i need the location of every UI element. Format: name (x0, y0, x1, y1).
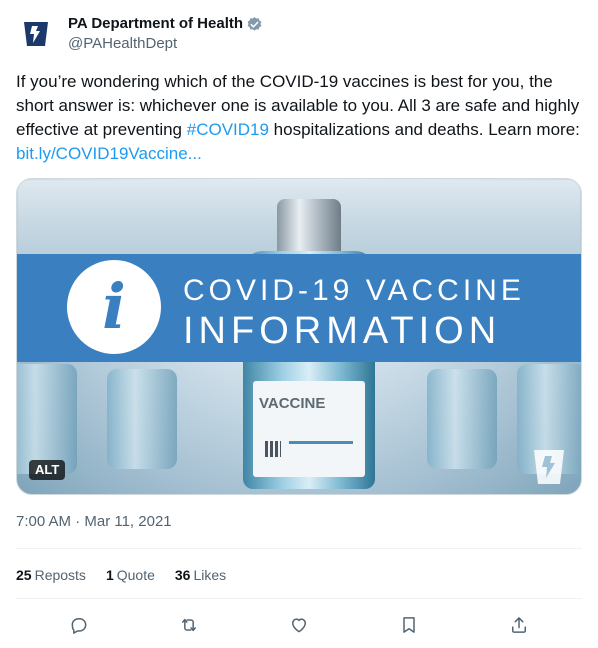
keystone-logo-icon (24, 22, 48, 46)
background-vial (107, 369, 177, 469)
keystone-watermark-icon (534, 450, 564, 484)
quotes-label: Quote (116, 567, 155, 583)
alt-text-badge[interactable]: ALT (29, 460, 66, 480)
tweet-text: If you’re wondering which of the COVID-1… (16, 70, 582, 166)
author-display-name[interactable]: PA Department of Health (68, 14, 243, 34)
background-vial (17, 364, 77, 474)
vial-cap (277, 199, 341, 257)
author-handle[interactable]: @PAHealthDept (68, 34, 263, 54)
quotes-stat[interactable]: 1 Quote (106, 565, 155, 585)
banner-title-line2: INFORMATION (183, 310, 502, 352)
banner-title-line1: COVID-19 VACCINE (183, 274, 525, 307)
divider (16, 598, 582, 599)
vial-label: VACCINE (253, 381, 365, 477)
quotes-count: 1 (105, 567, 114, 583)
url-link[interactable]: bit.ly/COVID19Vaccine... (16, 144, 202, 163)
tweet-header: PA Department of Health @PAHealthDept (16, 12, 582, 56)
tweet-timestamp[interactable]: 7:00 AM · Mar 11, 2021 (16, 512, 172, 532)
bookmark-button[interactable] (392, 608, 426, 642)
likes-label: Likes (193, 567, 227, 583)
label-stripe (289, 441, 353, 444)
tweet-text-part2: hospitalizations and deaths. Learn more: (268, 120, 580, 139)
like-button[interactable] (282, 608, 316, 642)
bookmark-icon (403, 617, 415, 633)
tweet-image[interactable]: VACCINE i COVID-19 VACCINE INFORMATION A… (16, 178, 582, 495)
action-bar (16, 608, 582, 640)
repost-icon (182, 618, 196, 632)
background-vial (427, 369, 497, 469)
share-button[interactable] (502, 608, 536, 642)
info-icon: i (67, 260, 161, 354)
reply-button[interactable] (62, 608, 96, 642)
share-icon (512, 617, 526, 633)
vial-label-text: VACCINE (259, 395, 326, 412)
likes-count: 36 (174, 567, 191, 583)
like-icon (292, 618, 306, 633)
reposts-label: Reposts (34, 567, 86, 583)
repost-button[interactable] (172, 608, 206, 642)
divider (16, 548, 582, 549)
qr-code-icon (265, 441, 281, 457)
reply-icon (71, 618, 87, 634)
avatar[interactable] (16, 14, 56, 54)
hashtag-link[interactable]: #COVID19 (187, 120, 269, 139)
verified-badge-icon (246, 16, 263, 33)
reposts-count: 25 (16, 567, 32, 583)
info-banner: i COVID-19 VACCINE INFORMATION (17, 254, 581, 362)
author-names: PA Department of Health @PAHealthDept (68, 14, 263, 54)
reposts-stat[interactable]: 25 Reposts (16, 565, 86, 585)
engagement-stats: 25 Reposts 1 Quote 36 Likes (16, 565, 246, 585)
likes-stat[interactable]: 36 Likes (175, 565, 226, 585)
